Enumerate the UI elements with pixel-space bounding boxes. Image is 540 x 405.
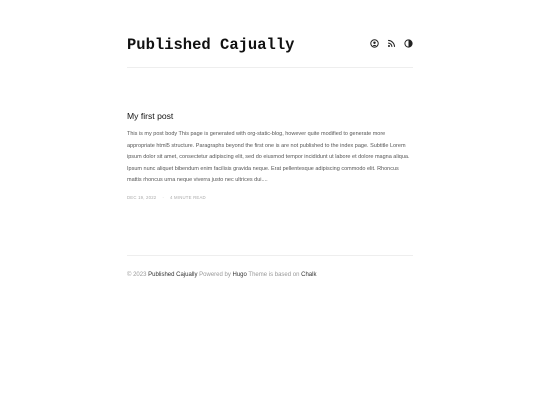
- post-title-link[interactable]: My first post: [127, 111, 413, 122]
- rss-icon[interactable]: [387, 39, 396, 48]
- footer-divider: [127, 255, 413, 256]
- header-icons: [370, 39, 413, 48]
- site-header: Published Cajually: [127, 34, 413, 58]
- footer-theme-text: Theme is based on: [246, 272, 302, 278]
- site-footer: © 2023 Published Cajually Powered by Hug…: [127, 272, 413, 278]
- post-meta: DEC 19, 2022 · 4 MINUTE READ: [127, 195, 413, 200]
- footer-site-link[interactable]: Published Cajually: [148, 272, 197, 278]
- post-excerpt: This is my post body This page is genera…: [127, 131, 410, 183]
- footer-hugo-link[interactable]: Hugo: [233, 272, 247, 278]
- post-read-time: 4 MINUTE READ: [170, 194, 206, 200]
- header-divider: [127, 67, 413, 68]
- footer-chalk-link[interactable]: Chalk: [301, 272, 316, 278]
- footer-powered-by: Powered by: [197, 272, 233, 278]
- post-summary: My first post This is my post body This …: [127, 111, 413, 200]
- site-title-link[interactable]: Published Cajually: [127, 36, 294, 54]
- meta-separator: ·: [162, 194, 165, 200]
- github-icon[interactable]: [370, 39, 379, 48]
- footer-copyright: © 2023: [127, 272, 149, 278]
- post-date: DEC 19, 2022: [127, 194, 157, 200]
- theme-toggle-icon[interactable]: [404, 39, 413, 48]
